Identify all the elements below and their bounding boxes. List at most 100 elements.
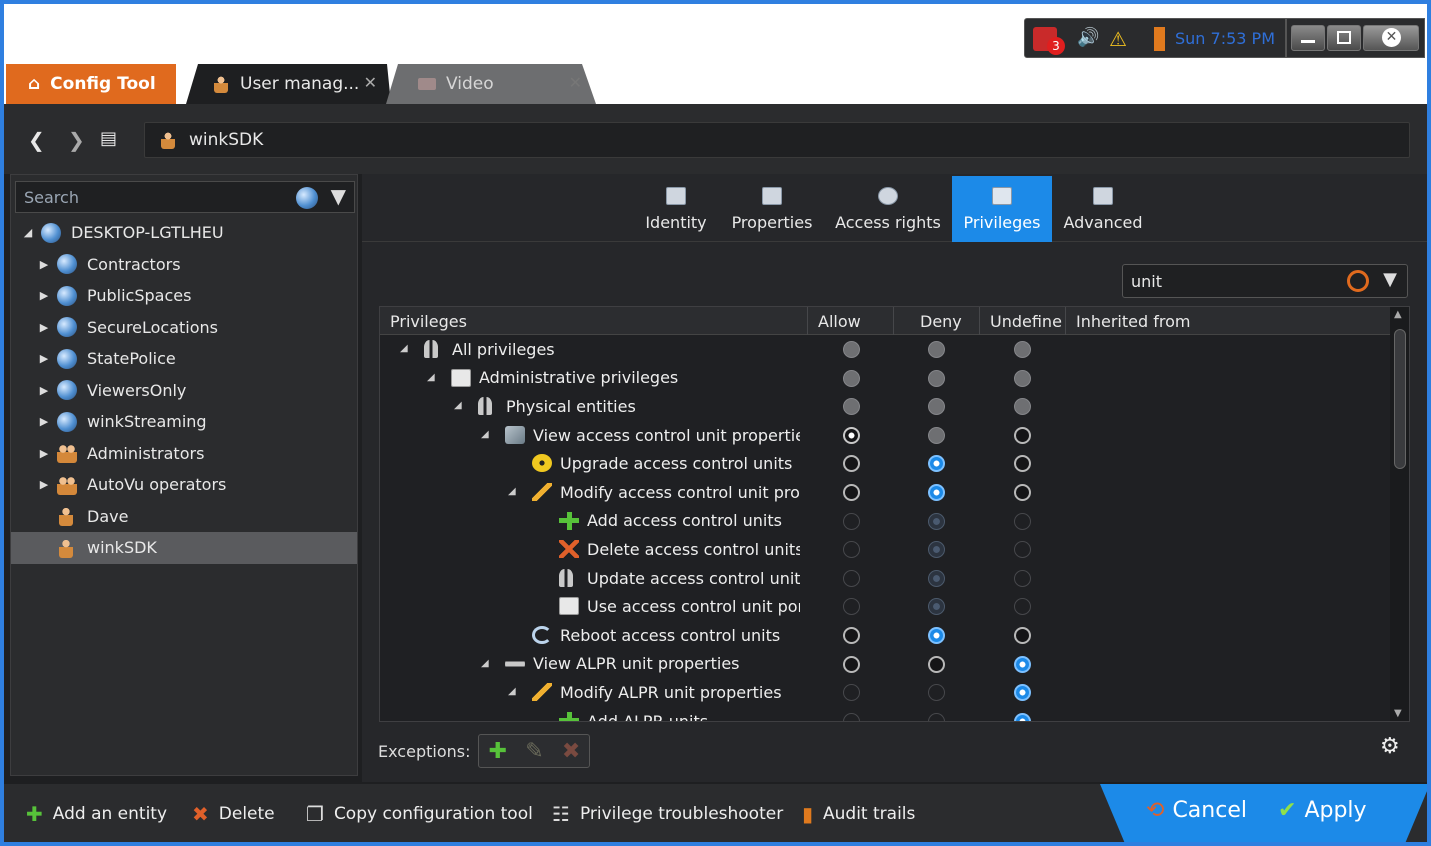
table-row[interactable]: ◢ Physical entities [380, 392, 1390, 421]
undefine-radio[interactable] [1014, 569, 1031, 587]
close-tab-icon[interactable]: ✕ [364, 73, 377, 92]
tab-properties[interactable]: Properties [724, 176, 820, 242]
search-input[interactable]: Search ▼ [15, 181, 355, 213]
expand-arrow-icon[interactable]: ▶ [37, 289, 51, 302]
tab-config-tool[interactable]: ⌂ Config Tool [6, 64, 176, 104]
tab-access-rights[interactable]: Access rights [832, 176, 944, 242]
deny-radio[interactable] [928, 684, 945, 702]
privilege-filter-input[interactable]: unit ▼ [1122, 264, 1408, 298]
col-undefine[interactable]: Undefine [980, 307, 1066, 335]
table-row[interactable]: Add access control units [380, 507, 1390, 536]
deny-radio[interactable] [928, 426, 945, 444]
allow-radio[interactable] [843, 369, 860, 387]
collapse-arrow-icon[interactable]: ◢ [454, 400, 462, 411]
table-row[interactable]: ◢ View access control unit properties [380, 421, 1390, 450]
table-row[interactable]: Add ALPR units [380, 707, 1390, 721]
allow-radio[interactable] [843, 483, 860, 501]
scroll-up-icon[interactable]: ▲ [1394, 309, 1402, 320]
apply-button[interactable]: ✔ Apply [1278, 798, 1367, 823]
maximize-button[interactable] [1327, 25, 1361, 51]
deny-radio[interactable] [928, 655, 945, 673]
audit-trails-button[interactable]: ▮ Audit trails [802, 802, 915, 826]
undefine-radio[interactable] [1014, 655, 1031, 673]
deny-radio[interactable] [928, 341, 945, 358]
allow-radio[interactable] [843, 426, 860, 444]
expand-arrow-icon[interactable]: ▶ [37, 447, 51, 460]
allow-radio[interactable] [843, 712, 860, 721]
expand-arrow-icon[interactable]: ▶ [37, 384, 51, 397]
vertical-scrollbar[interactable]: ▲ ▼ [1390, 307, 1409, 721]
allow-radio[interactable] [843, 569, 860, 587]
table-row[interactable]: Use access control unit porta [380, 592, 1390, 621]
table-row[interactable]: ◢ Administrative privileges [380, 364, 1390, 393]
delete-exception-icon[interactable]: ✖ [562, 739, 580, 764]
filter-icon[interactable]: ▼ [331, 184, 346, 208]
copy-configuration-button[interactable]: ❐ Copy configuration tool [306, 802, 533, 826]
add-exception-icon[interactable]: ✚ [489, 739, 507, 764]
deny-radio[interactable] [928, 398, 945, 416]
table-row[interactable]: ◢ Modify ALPR unit properties [380, 678, 1390, 707]
collapse-arrow-icon[interactable]: ◢ [508, 486, 516, 497]
allow-radio[interactable] [843, 341, 860, 358]
expand-arrow-icon[interactable]: ▶ [37, 352, 51, 365]
tab-user-management[interactable]: User manag... ✕ [186, 64, 391, 104]
close-tab-icon[interactable]: ✕ [569, 73, 582, 92]
allow-radio[interactable] [843, 598, 860, 616]
undefine-radio[interactable] [1014, 455, 1031, 473]
table-row[interactable]: Update access control unit pa [380, 564, 1390, 593]
tab-advanced[interactable]: Advanced [1060, 176, 1146, 242]
undefine-radio[interactable] [1014, 541, 1031, 559]
table-row[interactable]: ◢ View ALPR unit properties [380, 650, 1390, 679]
col-privileges[interactable]: Privileges [380, 307, 808, 335]
scroll-thumb[interactable] [1394, 329, 1406, 469]
cancel-button[interactable]: ⟲ Cancel [1146, 798, 1247, 823]
tree-item[interactable]: ▶ winkStreaming [11, 406, 357, 438]
allow-radio[interactable] [843, 655, 860, 673]
warning-icon[interactable]: ⚠ [1109, 27, 1133, 51]
collapse-arrow-icon[interactable]: ◢ [481, 429, 489, 440]
collapse-arrow-icon[interactable]: ◢ [427, 372, 435, 383]
gear-icon[interactable]: ⚙ [1380, 734, 1400, 759]
col-deny[interactable]: Deny [894, 307, 980, 335]
deny-radio[interactable] [928, 483, 945, 501]
tree-item[interactable]: ▶ Administrators [11, 438, 357, 470]
tree-item[interactable]: ◢ DESKTOP-LGTLHEU [11, 217, 357, 249]
privilege-troubleshooter-button[interactable]: ☷ Privilege troubleshooter [552, 802, 783, 826]
table-row[interactable]: ◢ Modify access control unit prope [380, 478, 1390, 507]
volume-icon[interactable]: 🔊 [1077, 27, 1101, 51]
address-bar[interactable]: winkSDK [144, 122, 1410, 158]
deny-radio[interactable] [928, 626, 945, 644]
undefine-radio[interactable] [1014, 512, 1031, 530]
undefine-radio[interactable] [1014, 369, 1031, 387]
collapse-arrow-icon[interactable]: ◢ [481, 658, 489, 669]
deny-radio[interactable] [928, 569, 945, 587]
deny-radio[interactable] [928, 369, 945, 387]
add-entity-button[interactable]: ✚ Add an entity [26, 802, 167, 826]
close-window-button[interactable]: ✕ [1363, 25, 1419, 51]
tab-identity[interactable]: Identity [634, 176, 718, 242]
history-icon[interactable]: ▤ [100, 128, 117, 149]
deny-radio[interactable] [928, 512, 945, 530]
undefine-radio[interactable] [1014, 483, 1031, 501]
undefine-radio[interactable] [1014, 626, 1031, 644]
table-row[interactable]: ◢ All privileges [380, 335, 1390, 364]
tree-item[interactable]: winkSDK [11, 532, 357, 564]
deny-radio[interactable] [928, 712, 945, 721]
edit-exception-icon[interactable]: ✎ [525, 739, 543, 764]
tree-item[interactable]: ▶ SecureLocations [11, 312, 357, 344]
undefine-radio[interactable] [1014, 712, 1031, 721]
expand-arrow-icon[interactable]: ▶ [37, 478, 51, 491]
undefine-radio[interactable] [1014, 398, 1031, 416]
allow-radio[interactable] [843, 626, 860, 644]
tree-item[interactable]: ▶ StatePolice [11, 343, 357, 375]
globe-icon[interactable] [296, 187, 318, 209]
status-icon[interactable] [1141, 27, 1165, 51]
forward-icon[interactable]: ❯ [68, 128, 85, 152]
table-row[interactable]: Reboot access control units [380, 621, 1390, 650]
col-inherited-from[interactable]: Inherited from [1066, 307, 1352, 335]
allow-radio[interactable] [843, 512, 860, 530]
tree-item[interactable]: ▶ ViewersOnly [11, 375, 357, 407]
undefine-radio[interactable] [1014, 341, 1031, 358]
undefine-radio[interactable] [1014, 684, 1031, 702]
allow-radio[interactable] [843, 455, 860, 473]
